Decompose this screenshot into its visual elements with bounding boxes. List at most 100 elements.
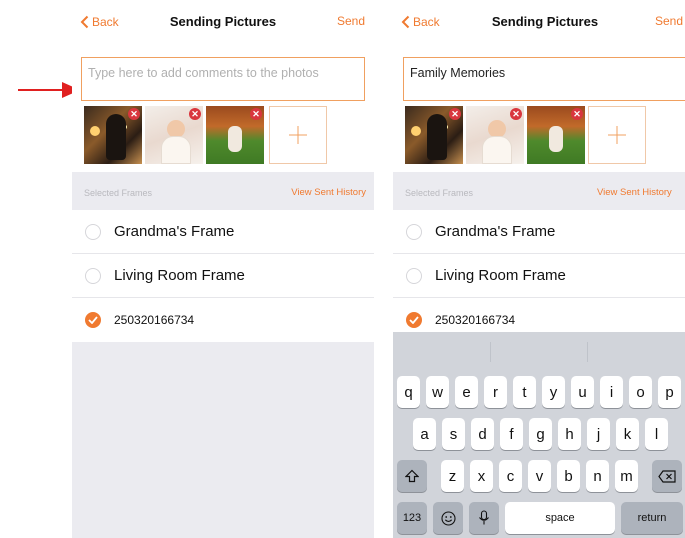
numbers-key[interactable]: 123 [397, 502, 427, 534]
key-u[interactable]: u [571, 376, 594, 408]
photo-thumbnail[interactable]: ✕ [84, 106, 142, 164]
remove-photo-icon[interactable]: ✕ [571, 108, 583, 120]
add-photo-button[interactable] [588, 106, 646, 164]
frames-section-header: Selected Frames View Sent History [72, 172, 374, 210]
radio-unchecked-icon [85, 223, 101, 240]
prediction-slot[interactable] [393, 342, 491, 362]
key-b[interactable]: b [557, 460, 580, 492]
screen-while-typing: Back Sending Pictures Send Family Memori… [393, 0, 685, 538]
page-title: Sending Pictures [169, 14, 277, 29]
frame-name: Living Room Frame [435, 267, 566, 284]
plus-icon [289, 126, 307, 144]
frames-section-header: Selected Frames View Sent History [393, 172, 685, 210]
frame-name: Living Room Frame [114, 267, 245, 284]
remove-photo-icon[interactable]: ✕ [510, 108, 522, 120]
frame-row[interactable]: Living Room Frame [393, 254, 685, 298]
section-label: Selected Frames [405, 188, 474, 198]
photo-thumbnails: ✕ ✕ ✕ [84, 106, 327, 164]
key-z[interactable]: z [441, 460, 464, 492]
photo-content [427, 114, 447, 160]
key-y[interactable]: y [542, 376, 565, 408]
remove-photo-icon[interactable]: ✕ [449, 108, 461, 120]
checkmark-icon [85, 312, 101, 328]
remove-photo-icon[interactable]: ✕ [189, 108, 201, 120]
frame-row[interactable]: Grandma's Frame [72, 210, 374, 254]
key-f[interactable]: f [500, 418, 523, 450]
nav-bar: Back Sending Pictures Send [393, 0, 685, 44]
photo-content [482, 136, 512, 164]
add-photo-button[interactable] [269, 106, 327, 164]
key-d[interactable]: d [471, 418, 494, 450]
screen-before-typing: Back Sending Pictures Send ✕ ✕ ✕ Selecte… [72, 0, 374, 538]
checkmark-icon [406, 312, 422, 328]
photo-thumbnail[interactable]: ✕ [527, 106, 585, 164]
frame-name: 250320166734 [114, 313, 195, 327]
key-i[interactable]: i [600, 376, 623, 408]
photo-content [106, 114, 126, 160]
key-r[interactable]: r [484, 376, 507, 408]
comment-input[interactable] [81, 57, 365, 101]
radio-unchecked-icon [85, 267, 101, 284]
send-button[interactable]: Send [655, 14, 683, 28]
frame-name: 250320166734 [435, 313, 516, 327]
key-v[interactable]: v [528, 460, 551, 492]
frames-list: Grandma's Frame Living Room Frame 250320… [72, 210, 374, 342]
key-k[interactable]: k [616, 418, 639, 450]
backspace-key[interactable] [652, 460, 682, 492]
photo-content [411, 126, 421, 136]
stage: Back Sending Pictures Send ✕ ✕ ✕ Selecte… [0, 0, 685, 538]
shift-arrow-icon [405, 469, 419, 483]
key-l[interactable]: l [645, 418, 668, 450]
dictation-key[interactable] [469, 502, 499, 534]
key-o[interactable]: o [629, 376, 652, 408]
backspace-icon [658, 469, 676, 483]
frame-row[interactable]: Grandma's Frame [393, 210, 685, 254]
space-key[interactable]: space [505, 502, 615, 534]
prediction-slot[interactable] [491, 342, 589, 362]
compose-area: ✕ ✕ ✕ [72, 44, 374, 172]
emoji-key[interactable] [433, 502, 463, 534]
section-label: Selected Frames [84, 188, 153, 198]
view-sent-history-link[interactable]: View Sent History [597, 187, 672, 198]
photo-thumbnail[interactable]: ✕ [405, 106, 463, 164]
predictive-bar [393, 332, 685, 372]
key-m[interactable]: m [615, 460, 638, 492]
key-a[interactable]: a [413, 418, 436, 450]
key-n[interactable]: n [586, 460, 609, 492]
photo-thumbnail[interactable]: ✕ [206, 106, 264, 164]
frame-name: Grandma's Frame [435, 223, 556, 240]
remove-photo-icon[interactable]: ✕ [128, 108, 140, 120]
frame-row[interactable]: 250320166734 [72, 298, 374, 342]
frame-row[interactable]: Living Room Frame [72, 254, 374, 298]
remove-photo-icon[interactable]: ✕ [250, 108, 262, 120]
photo-thumbnails: ✕ ✕ ✕ [405, 106, 646, 164]
prediction-slot[interactable] [588, 342, 685, 362]
comment-input[interactable]: Family Memories [403, 57, 685, 101]
return-key[interactable]: return [621, 502, 683, 534]
photo-thumbnail[interactable]: ✕ [145, 106, 203, 164]
photo-thumbnail[interactable]: ✕ [466, 106, 524, 164]
key-g[interactable]: g [529, 418, 552, 450]
key-e[interactable]: e [455, 376, 478, 408]
key-t[interactable]: t [513, 376, 536, 408]
key-p[interactable]: p [658, 376, 681, 408]
key-x[interactable]: x [470, 460, 493, 492]
key-h[interactable]: h [558, 418, 581, 450]
radio-unchecked-icon [406, 223, 422, 240]
radio-unchecked-icon [406, 267, 422, 284]
view-sent-history-link[interactable]: View Sent History [291, 187, 366, 198]
send-button[interactable]: Send [337, 14, 365, 28]
frames-list: Grandma's Frame Living Room Frame 250320… [393, 210, 685, 342]
key-w[interactable]: w [426, 376, 449, 408]
compose-area: Family Memories ✕ ✕ ✕ [393, 44, 685, 172]
photo-content [228, 126, 242, 152]
key-s[interactable]: s [442, 418, 465, 450]
key-q[interactable]: q [397, 376, 420, 408]
shift-key[interactable] [397, 460, 427, 492]
nav-bar: Back Sending Pictures Send [72, 0, 374, 44]
key-c[interactable]: c [499, 460, 522, 492]
frame-name: Grandma's Frame [114, 223, 235, 240]
photo-content [90, 126, 100, 136]
key-j[interactable]: j [587, 418, 610, 450]
page-title: Sending Pictures [491, 14, 599, 29]
